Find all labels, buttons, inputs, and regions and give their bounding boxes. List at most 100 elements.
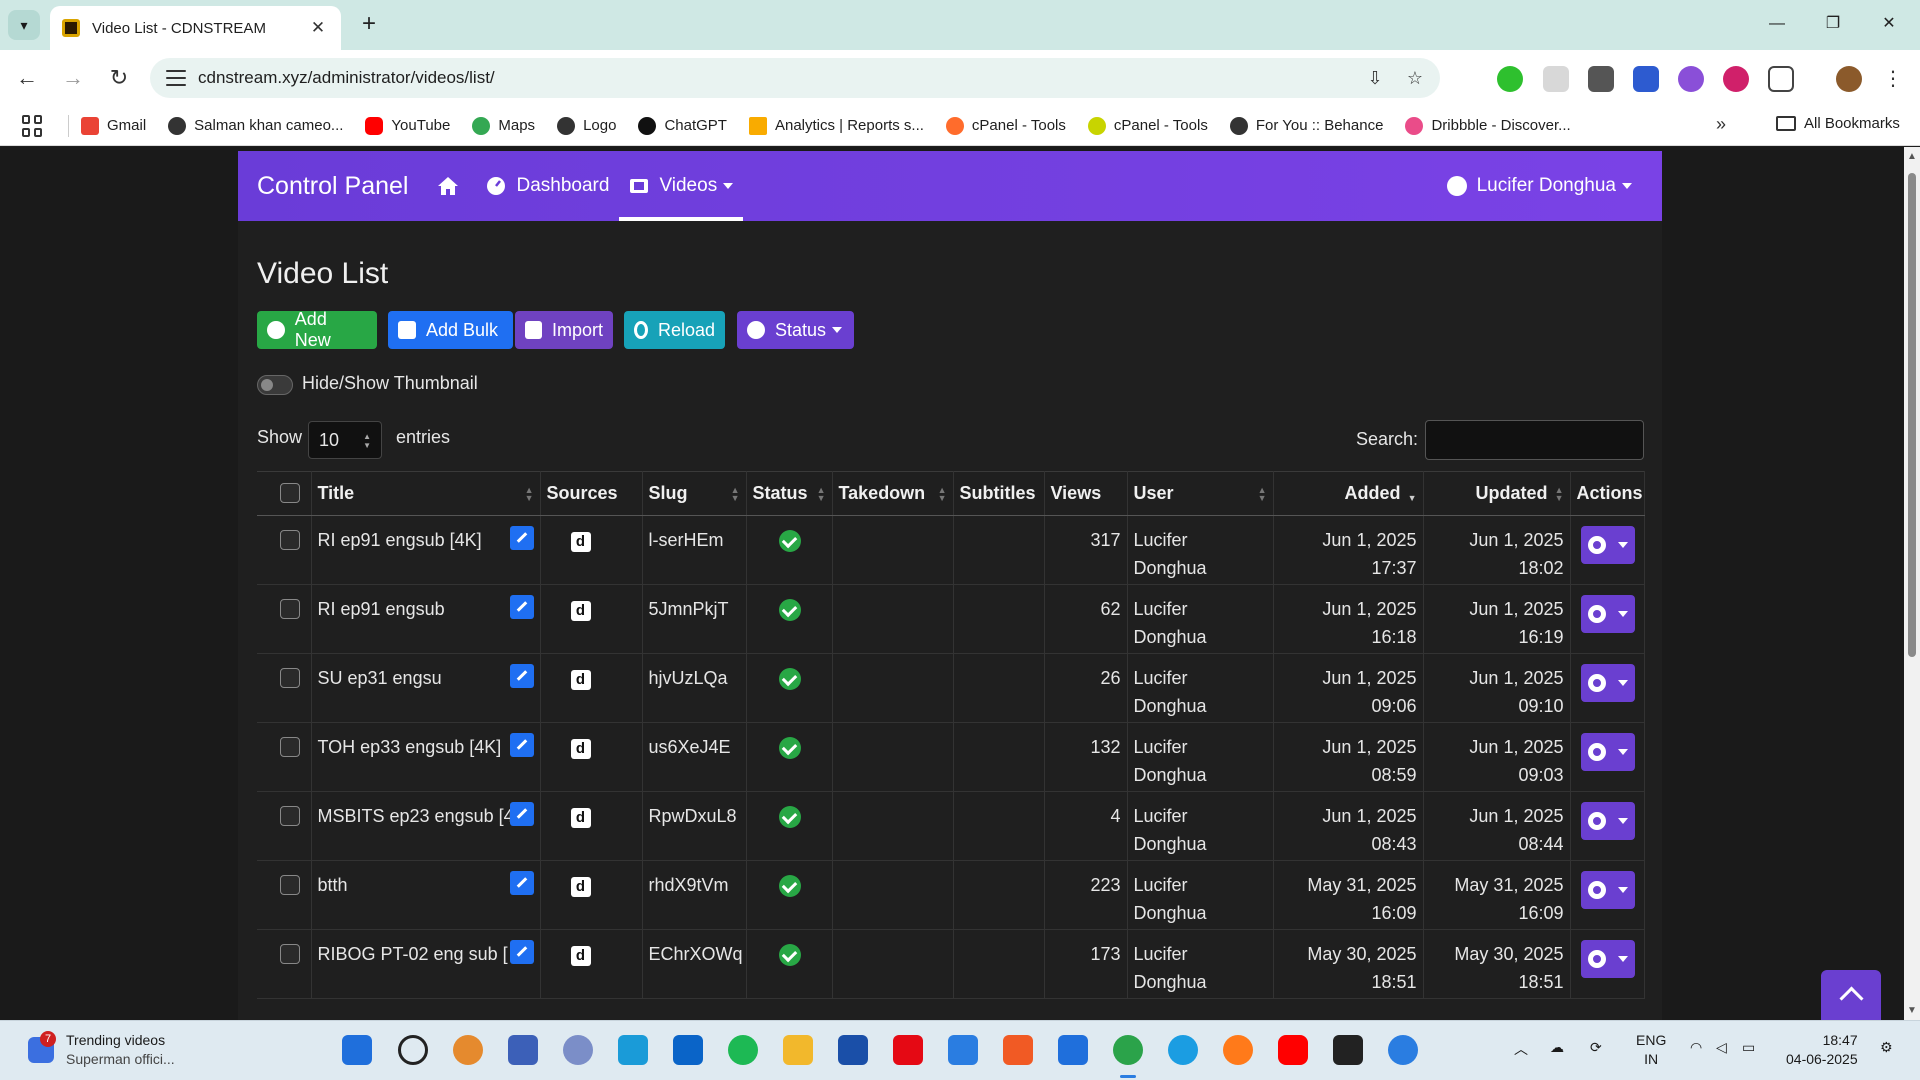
vscode-icon[interactable] bbox=[948, 1035, 978, 1065]
source-badge[interactable]: d bbox=[570, 808, 591, 828]
extensions-puzzle-icon[interactable] bbox=[1768, 66, 1794, 92]
home-icon[interactable] bbox=[436, 174, 460, 198]
col-sources[interactable]: Sources bbox=[540, 471, 643, 516]
brand-link[interactable]: Control Panel bbox=[257, 172, 408, 201]
source-badge[interactable]: d bbox=[570, 946, 591, 966]
scroll-down-icon[interactable]: ▼ bbox=[1907, 1005, 1917, 1016]
profile-avatar[interactable] bbox=[1836, 66, 1862, 92]
source-badge[interactable]: d bbox=[570, 739, 591, 759]
row-actions-button[interactable] bbox=[1580, 733, 1635, 771]
thumbnail-toggle[interactable] bbox=[257, 375, 293, 395]
add-new-button[interactable]: Add New bbox=[257, 309, 377, 350]
app-store-icon[interactable] bbox=[1388, 1035, 1418, 1065]
apps-grid-icon[interactable] bbox=[22, 114, 44, 137]
close-window-button[interactable]: ✕ bbox=[1866, 8, 1912, 40]
url-text[interactable]: cdnstream.xyz/administrator/videos/list/ bbox=[198, 68, 1360, 88]
source-badge[interactable]: d bbox=[570, 670, 591, 690]
select-all-checkbox[interactable] bbox=[280, 483, 300, 503]
bookmark-salman[interactable]: Salman khan cameo... bbox=[168, 116, 343, 135]
row-actions-button[interactable] bbox=[1580, 802, 1635, 840]
chrome-icon[interactable] bbox=[1113, 1035, 1143, 1065]
tab-search-button[interactable]: ▾ bbox=[8, 10, 40, 40]
news-widget[interactable]: 7 Trending videos Superman offici... bbox=[28, 1031, 175, 1069]
row-actions-button[interactable] bbox=[1580, 595, 1635, 633]
bookmark-analytics[interactable]: Analytics | Reports s... bbox=[748, 116, 924, 135]
col-updated[interactable]: Updated ▲ ▼ bbox=[1423, 471, 1571, 516]
reload-page-button[interactable]: ↻ bbox=[104, 64, 134, 94]
notepad-icon[interactable] bbox=[1058, 1035, 1088, 1065]
all-bookmarks-button[interactable]: All Bookmarks bbox=[1776, 115, 1900, 132]
bookmark-maps[interactable]: Maps bbox=[472, 116, 535, 135]
bookmark-logo[interactable]: Logo bbox=[557, 116, 616, 135]
site-info-icon[interactable] bbox=[166, 70, 186, 86]
edit-pencil-icon[interactable] bbox=[509, 664, 534, 688]
install-app-icon[interactable]: ⇩ bbox=[1360, 63, 1390, 93]
restore-button[interactable]: ❐ bbox=[1810, 8, 1856, 40]
scrollbar-thumb[interactable] bbox=[1908, 173, 1916, 657]
youtube-app-icon[interactable] bbox=[1278, 1035, 1308, 1065]
row-actions-button[interactable] bbox=[1580, 526, 1635, 564]
battery-icon[interactable]: ▭ bbox=[1742, 1039, 1755, 1056]
bookmark-gmail[interactable]: Gmail bbox=[81, 116, 146, 135]
import-button[interactable]: Import bbox=[515, 311, 613, 349]
nav-videos[interactable]: Videos bbox=[619, 151, 743, 221]
browser-menu-icon[interactable]: ⋮ bbox=[1880, 66, 1906, 92]
add-bulk-button[interactable]: Add Bulk bbox=[388, 311, 513, 349]
app-icon-1[interactable] bbox=[508, 1035, 538, 1065]
start-icon[interactable] bbox=[342, 1035, 372, 1065]
extension-grey-icon[interactable] bbox=[1543, 66, 1569, 92]
nav-dashboard[interactable]: Dashboard bbox=[486, 151, 609, 221]
row-checkbox[interactable] bbox=[280, 737, 300, 757]
prime-video-icon[interactable] bbox=[838, 1035, 868, 1065]
edge-icon[interactable] bbox=[1168, 1035, 1198, 1065]
bookmark-star-icon[interactable]: ☆ bbox=[1400, 63, 1430, 93]
extension-shield-icon[interactable] bbox=[1723, 66, 1749, 92]
row-actions-button[interactable] bbox=[1580, 664, 1635, 702]
col-slug[interactable]: Slug ▲ ▼ bbox=[642, 471, 747, 516]
minimize-button[interactable]: — bbox=[1754, 8, 1800, 40]
edit-pencil-icon[interactable] bbox=[509, 733, 534, 757]
volume-icon[interactable]: ◁ bbox=[1716, 1039, 1727, 1056]
browser-tab-active[interactable]: Video List - CDNSTREAM ✕ bbox=[50, 6, 341, 50]
copilot-icon[interactable] bbox=[453, 1035, 483, 1065]
col-title[interactable]: Title ▲ ▼ bbox=[311, 471, 541, 516]
bookmark-chatgpt[interactable]: ChatGPT bbox=[638, 116, 727, 135]
bookmark-dribbble[interactable]: Dribbble - Discover... bbox=[1405, 116, 1571, 135]
firefox-icon[interactable] bbox=[1223, 1035, 1253, 1065]
edit-pencil-icon[interactable] bbox=[509, 526, 534, 550]
outlook-icon[interactable] bbox=[673, 1035, 703, 1065]
row-checkbox[interactable] bbox=[280, 668, 300, 688]
extension-window-icon[interactable] bbox=[1588, 66, 1614, 92]
entries-select[interactable]: 10 ▲ ▼ bbox=[308, 421, 382, 459]
row-actions-button[interactable] bbox=[1580, 871, 1635, 909]
bookmark-cpanel-2[interactable]: cPanel - Tools bbox=[1087, 116, 1208, 135]
notifications-icon[interactable]: ⚙ bbox=[1880, 1039, 1893, 1056]
close-tab-icon[interactable]: ✕ bbox=[307, 18, 329, 38]
source-badge[interactable]: d bbox=[570, 877, 591, 897]
language-indicator[interactable]: ENG IN bbox=[1636, 1031, 1666, 1069]
page-scrollbar[interactable]: ▲ ▼ bbox=[1904, 147, 1920, 1020]
edit-pencil-icon[interactable] bbox=[509, 871, 534, 895]
edit-pencil-icon[interactable] bbox=[509, 940, 534, 964]
status-dropdown-button[interactable]: Status bbox=[737, 311, 854, 349]
more-bookmarks-icon[interactable]: » bbox=[1716, 114, 1726, 135]
file-explorer-icon[interactable] bbox=[783, 1035, 813, 1065]
bookmark-cpanel-1[interactable]: cPanel - Tools bbox=[945, 116, 1066, 135]
search-input[interactable] bbox=[1425, 420, 1644, 460]
new-tab-button[interactable]: + bbox=[354, 10, 384, 40]
back-button[interactable]: ← bbox=[12, 64, 42, 94]
col-views[interactable]: Views bbox=[1044, 471, 1128, 516]
extension-green-icon[interactable] bbox=[1497, 66, 1523, 92]
wifi-icon[interactable]: ◠ bbox=[1690, 1039, 1702, 1056]
address-bar[interactable]: cdnstream.xyz/administrator/videos/list/… bbox=[150, 58, 1440, 98]
back-to-top-button[interactable] bbox=[1821, 970, 1881, 1020]
taskbar-clock[interactable]: 18:47 04-06-2025 bbox=[1786, 1031, 1858, 1069]
extension-search-icon[interactable] bbox=[1633, 66, 1659, 92]
row-checkbox[interactable] bbox=[280, 530, 300, 550]
show-hidden-icons[interactable]: ︿ bbox=[1514, 1039, 1528, 1059]
col-status[interactable]: Status ▲ ▼ bbox=[746, 471, 833, 516]
edit-pencil-icon[interactable] bbox=[509, 802, 534, 826]
source-badge[interactable]: d bbox=[570, 601, 591, 621]
capcut-icon[interactable] bbox=[1333, 1035, 1363, 1065]
netflix-icon[interactable] bbox=[893, 1035, 923, 1065]
